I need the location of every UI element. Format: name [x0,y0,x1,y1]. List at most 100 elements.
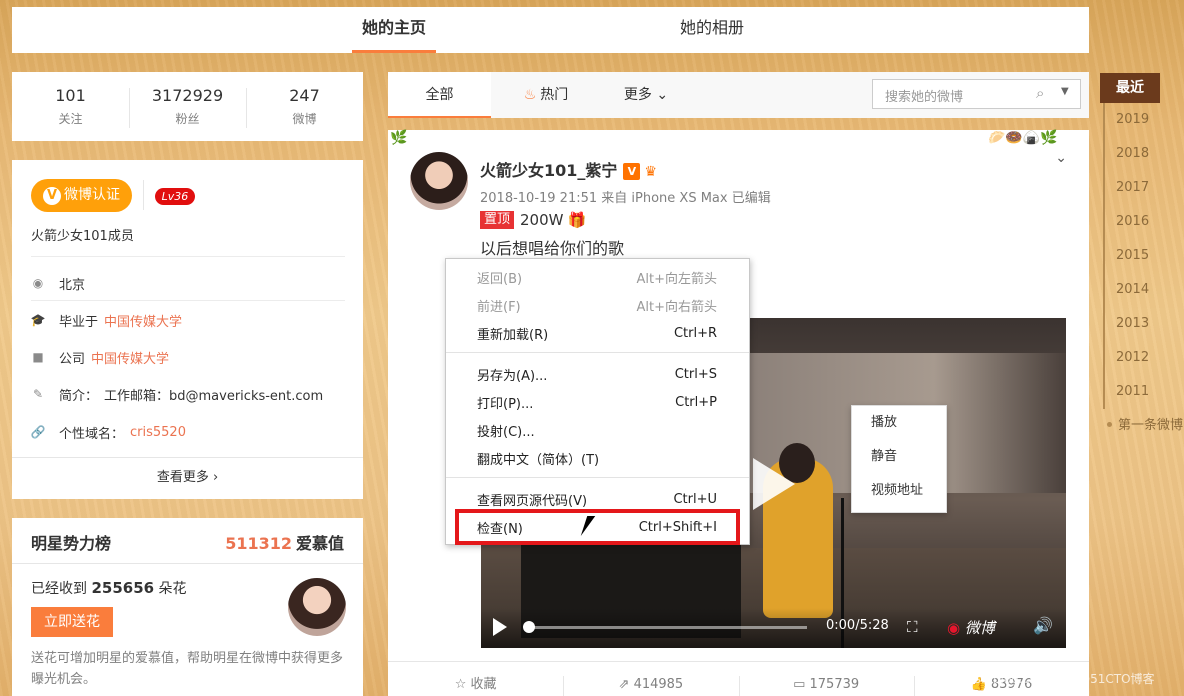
stat-following[interactable]: 101 关注 [12,86,129,127]
search-icon[interactable]: ⌕ [1036,84,1044,102]
gift-icon: 🎁 [567,211,587,229]
tab-more[interactable]: 更多 ⌄ [616,72,676,118]
play-big-icon[interactable] [753,458,795,510]
top-nav: 她的主页 她的相册 [12,7,1089,53]
inspect-highlight-box [455,509,740,545]
menu-label: 另存为(A)... [477,368,548,384]
verified-v-icon: V [623,163,641,180]
video-progress[interactable] [525,626,807,629]
verified-v-icon: V [43,187,61,205]
verified-badge-label: 微博认证 [64,187,120,203]
location-value: 北京 [59,277,86,293]
decoration-food-icon: 🥟🍩🍙🌿 [988,130,1058,146]
year-2017[interactable]: 2017 [1103,171,1184,205]
tab-her-album[interactable]: 她的相册 [672,7,752,53]
location-pin-icon: ◉ [32,276,44,290]
education-row: 🎓 毕业于 中国传媒大学 [31,310,183,330]
education-prefix: 毕业于 [59,314,99,330]
year-2016[interactable]: 2016 [1103,205,1184,239]
favorite-label: 收藏 [470,677,497,692]
stat-weibo[interactable]: 247 微博 [246,86,363,128]
education-link[interactable]: 中国传媒大学 [104,311,182,330]
search-input[interactable]: 搜索她的微博 [885,86,963,105]
year-2015[interactable]: 2015 [1103,239,1184,273]
menu-item-save-as[interactable]: 另存为(A)... Ctrl+S [477,361,717,387]
domain-label: 个性域名： [59,426,125,442]
watermark: https://blog.csdn.net @51CTO博客 [950,672,1155,686]
link-icon: 🔗 [30,425,46,439]
favorite-button[interactable]: ☆ 收藏 [388,662,563,696]
menu-shortcut: Ctrl+U [673,491,717,507]
profile-card: V 微博认证 Lv36 火箭少女101成员 ◉ 北京 🎓 毕业于 中国传媒大学 ■… [12,160,363,499]
video-controls: 0:00/5:28 ⛶ ◉ 微博 🔊 [481,608,1066,648]
stat-fans[interactable]: 3172929 粉丝 [129,86,246,128]
menu-divider [446,477,749,478]
menu-label: 重新加载(R) [477,327,549,343]
divider [143,180,144,210]
play-icon[interactable] [493,618,507,636]
menu-label: 打印(P)... [477,396,534,412]
year-2019[interactable]: 2019 [1103,103,1184,137]
avatar[interactable] [410,152,468,210]
rank-score-unit: 爱慕值 [295,534,344,553]
year-recent[interactable]: 最近 [1100,73,1160,103]
post-text: 以后想唱给你们的歌 [480,239,625,258]
stat-label: 关注 [58,112,83,126]
weibo-eye-icon: ◉ [947,619,961,637]
edit-note-icon: ✎ [32,387,44,401]
fullscreen-icon[interactable]: ⛶ [907,618,918,636]
search-box[interactable]: 搜索她的微博 ⌕ ▼ [872,79,1081,109]
feed-tabs: 全部 ♨ 热门 更多 ⌄ 搜索她的微博 ⌕ ▼ [388,72,1089,118]
stat-number: 101 [55,86,86,105]
year-2014[interactable]: 2014 [1103,273,1184,307]
company-row: ■ 公司 中国传媒大学 [31,347,169,367]
star-icon: ☆ [454,677,467,692]
stat-number: 247 [289,86,320,105]
progress-handle[interactable] [523,621,535,633]
volume-icon[interactable]: 🔊 [1033,616,1053,635]
intro-value: 工作邮箱：bd@mavericks-ent.com [104,388,324,404]
dropdown-arrow-icon[interactable]: ▼ [1061,86,1069,97]
tab-all[interactable]: 全部 [388,72,491,118]
menu-item-video-url[interactable]: 视频地址 [852,474,946,508]
menu-item-translate[interactable]: 翻成中文（简体）(T) [477,445,717,471]
year-2018[interactable]: 2018 [1103,137,1184,171]
tab-her-home[interactable]: 她的主页 [352,7,436,53]
verified-badge[interactable]: V 微博认证 [31,179,132,212]
menu-label: 翻成中文（简体）(T) [477,452,600,468]
menu-item-forward[interactable]: 前进(F) Alt+向右箭头 [477,292,717,318]
year-2012[interactable]: 2012 [1103,341,1184,375]
menu-item-cast[interactable]: 投射(C)... [477,417,717,443]
rank-title: 明星势力榜 [31,534,112,553]
year-2011[interactable]: 2011 [1103,375,1184,409]
star-rank-card: 明星势力榜 511312 爱慕值 已经收到 255656 朵花 立即送花 送花可增… [12,518,363,696]
menu-divider [446,352,749,353]
rank-score-number: 511312 [225,534,292,553]
menu-item-play[interactable]: 播放 [852,406,946,440]
pinned-row: 置顶 200W 🎁 [480,211,586,229]
level-badge[interactable]: Lv36 [155,188,195,205]
menu-item-back[interactable]: 返回(B) Alt+向左箭头 [477,264,717,290]
tab-hot[interactable]: ♨ 热门 [516,72,576,118]
menu-item-mute[interactable]: 静音 [852,440,946,474]
menu-item-reload[interactable]: 重新加载(R) Ctrl+R [477,320,717,346]
stat-label: 粉丝 [175,112,200,126]
year-2013[interactable]: 2013 [1103,307,1184,341]
year-first-post[interactable]: 第一条微博 [1103,409,1184,443]
repost-button[interactable]: ⇗ 414985 [563,662,738,696]
tab-hot-label: 热门 [540,87,569,103]
pinned-badge: 置顶 [480,211,515,229]
briefcase-icon: ■ [32,350,44,364]
post-author: 火箭少女101_紫宁 V ♛ [480,157,657,181]
share-icon: ⇗ [618,677,630,692]
comment-button[interactable]: ▭ 175739 [738,662,914,696]
chevron-down-icon[interactable]: ⌄ [1055,150,1067,166]
send-flower-button[interactable]: 立即送花 [31,607,113,637]
author-name[interactable]: 火箭少女101_紫宁 [480,161,617,180]
menu-item-print[interactable]: 打印(P)... Ctrl+P [477,389,717,415]
company-link[interactable]: 中国传媒大学 [91,348,169,367]
menu-label: 投射(C)... [477,424,535,440]
avatar[interactable] [288,578,346,636]
domain-link[interactable]: cris5520 [130,425,186,440]
see-more-button[interactable]: 查看更多 › [12,457,363,499]
